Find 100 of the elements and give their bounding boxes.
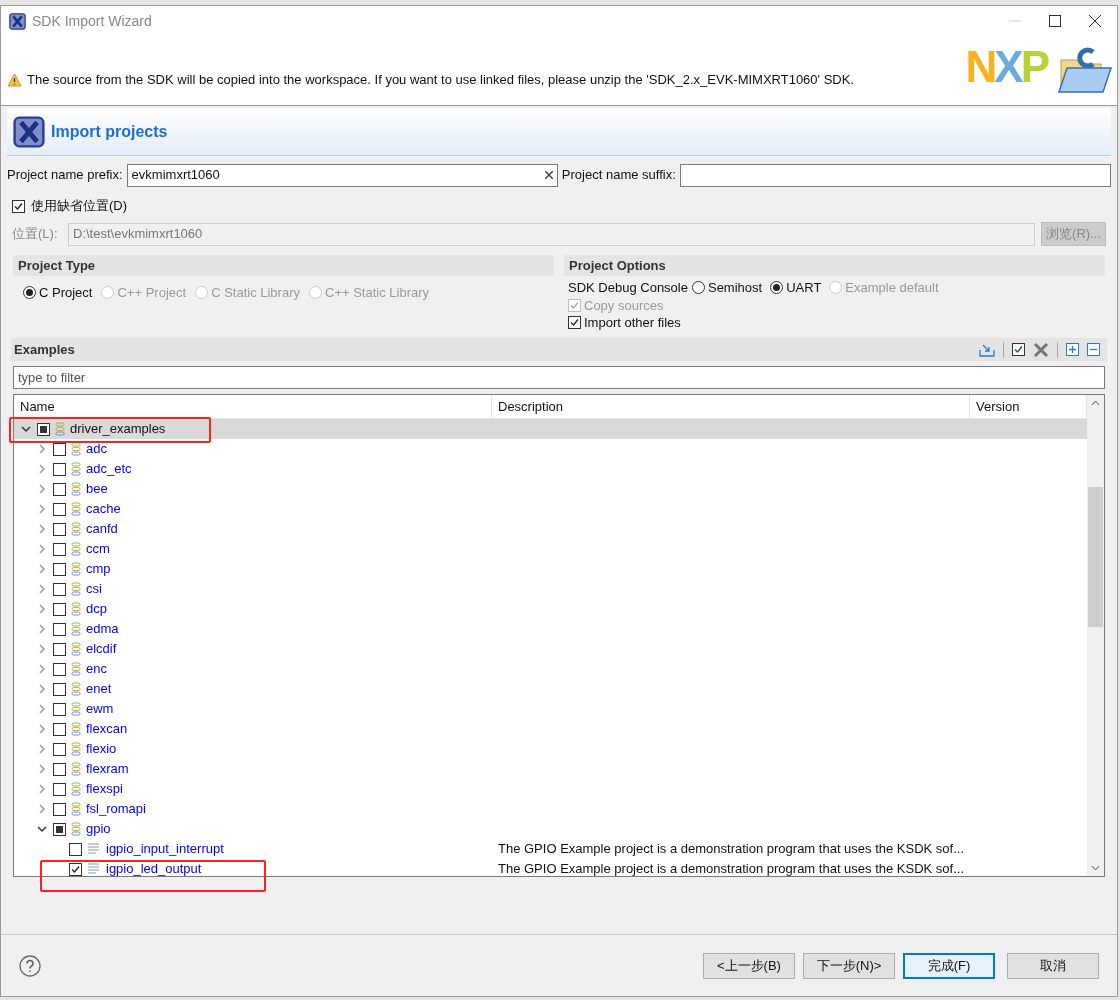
checkbox[interactable]	[53, 742, 66, 756]
tree-row[interactable]: dcp	[14, 599, 1087, 619]
tree-item-label: edma	[86, 620, 119, 639]
checkbox-label: Import other files	[584, 313, 681, 332]
tree-row[interactable]: enc	[14, 659, 1087, 679]
tree-item-label: flexcan	[86, 720, 128, 739]
tree-item-label: flexram	[86, 760, 129, 779]
tree-item-label: cache	[86, 500, 121, 519]
tree-row[interactable]: canfd	[14, 519, 1087, 539]
tree-row[interactable]: bee	[14, 479, 1087, 499]
clear-icon[interactable]	[544, 171, 553, 179]
stack-icon	[71, 822, 81, 836]
tree-row[interactable]: cmp	[14, 559, 1087, 579]
tree-item-label: fsl_romapi	[86, 800, 146, 819]
tree-row[interactable]: cache	[14, 499, 1087, 519]
tree-row[interactable]: adc	[14, 439, 1087, 459]
help-icon[interactable]	[19, 954, 41, 977]
tree-item-label: dcp	[86, 600, 107, 619]
collapse-all-icon[interactable]	[1087, 343, 1100, 356]
tree-row[interactable]: csi	[14, 579, 1087, 599]
checkbox[interactable]	[53, 542, 66, 556]
wizard-button[interactable]: 下一步(N)>	[803, 952, 895, 979]
tree-row[interactable]: driver_examples	[14, 419, 1087, 439]
tree-row[interactable]: flexcan	[14, 719, 1087, 739]
tree-row[interactable]: igpio_input_interrupt The GPIO Example project is a demonstration program that uses the KSDK sof...	[14, 839, 1087, 859]
tree-item-label: ccm	[86, 540, 110, 559]
maximize-icon[interactable]	[1049, 15, 1061, 27]
field-label: Project name prefix:	[7, 166, 123, 185]
import-icon[interactable]	[979, 342, 995, 357]
tree-item-label: gpio	[86, 820, 111, 839]
tree-row[interactable]: edma	[14, 619, 1087, 639]
radio-label: Semihost	[707, 278, 763, 297]
stack-icon	[71, 722, 81, 736]
checkbox[interactable]	[53, 562, 66, 576]
checkbox[interactable]	[53, 782, 66, 796]
stack-icon	[71, 542, 81, 556]
stack-icon	[71, 582, 81, 596]
stack-icon	[71, 502, 81, 516]
expand-all-icon[interactable]	[1066, 343, 1079, 356]
checkbox[interactable]	[37, 422, 50, 436]
checkbox[interactable]	[69, 842, 82, 856]
checkbox[interactable]	[53, 662, 66, 676]
wizard-button[interactable]: 完成(F)	[903, 952, 995, 979]
wizard-button[interactable]: 取消	[1007, 952, 1099, 979]
stack-icon	[71, 742, 81, 756]
checkbox[interactable]	[53, 762, 66, 776]
field-label: 位置(L):	[12, 225, 59, 244]
radio-button[interactable]	[770, 281, 784, 294]
checkbox[interactable]	[53, 702, 66, 716]
checkbox[interactable]	[53, 642, 66, 656]
radio-button[interactable]	[23, 286, 36, 300]
checkbox[interactable]	[12, 199, 25, 213]
close-icon[interactable]	[1089, 15, 1101, 27]
checkbox[interactable]	[69, 862, 82, 876]
tree-row[interactable]: enet	[14, 679, 1087, 699]
column-header[interactable]: Description	[492, 395, 970, 418]
wizard-button[interactable]: <上一步(B)	[703, 952, 795, 979]
checkbox[interactable]	[53, 482, 66, 496]
filter-field[interactable]: type to filter	[13, 366, 1105, 389]
tree-row[interactable]: flexspi	[14, 779, 1087, 799]
field-label: Project name suffix:	[561, 166, 676, 185]
checkbox[interactable]	[53, 682, 66, 696]
tree-row[interactable]: ccm	[14, 539, 1087, 559]
clear-all-icon[interactable]	[1033, 341, 1049, 358]
stack-icon	[71, 682, 81, 696]
column-header[interactable]: Name	[14, 395, 492, 418]
tree-row[interactable]: igpio_led_output The GPIO Example project is a demonstration program that uses the KSDK sof...	[14, 859, 1087, 876]
checkbox[interactable]	[53, 802, 66, 816]
page-title: Import projects	[51, 121, 168, 142]
checkbox[interactable]	[53, 722, 66, 736]
tree-row[interactable]: ewm	[14, 699, 1087, 719]
tree-item-label: flexspi	[86, 780, 123, 799]
checkbox[interactable]	[53, 502, 66, 516]
stack-icon	[71, 782, 81, 796]
chevron-icon[interactable]	[21, 424, 31, 434]
scrollbar[interactable]	[1087, 395, 1104, 876]
tree-item-label: bee	[86, 480, 108, 499]
wizard-icon	[13, 115, 45, 148]
checkbox[interactable]	[53, 602, 66, 616]
radio-button[interactable]	[691, 281, 705, 294]
tree-row[interactable]: gpio	[14, 819, 1087, 839]
tree-row[interactable]: fsl_romapi	[14, 799, 1087, 819]
checkbox[interactable]	[53, 462, 66, 476]
checkbox[interactable]	[53, 822, 66, 836]
tree-row[interactable]: flexram	[14, 759, 1087, 779]
tree-item-label: elcdif	[86, 640, 117, 659]
chevron-icon[interactable]	[37, 824, 47, 834]
tree-row[interactable]: flexio	[14, 739, 1087, 759]
checkbox[interactable]	[53, 622, 66, 636]
checkbox[interactable]	[568, 316, 581, 329]
text-field[interactable]	[679, 163, 1111, 187]
text-field[interactable]: evkmimxrt1060	[126, 163, 558, 187]
tree-row[interactable]: adc_etc	[14, 459, 1087, 479]
checkbox[interactable]	[53, 522, 66, 536]
stack-icon	[71, 662, 81, 676]
checkbox[interactable]	[53, 582, 66, 596]
tree-row[interactable]: elcdif	[14, 639, 1087, 659]
radio-label: C++ Project	[117, 284, 187, 302]
stack-icon	[71, 462, 81, 476]
checkbox-icon[interactable]	[1012, 343, 1025, 356]
